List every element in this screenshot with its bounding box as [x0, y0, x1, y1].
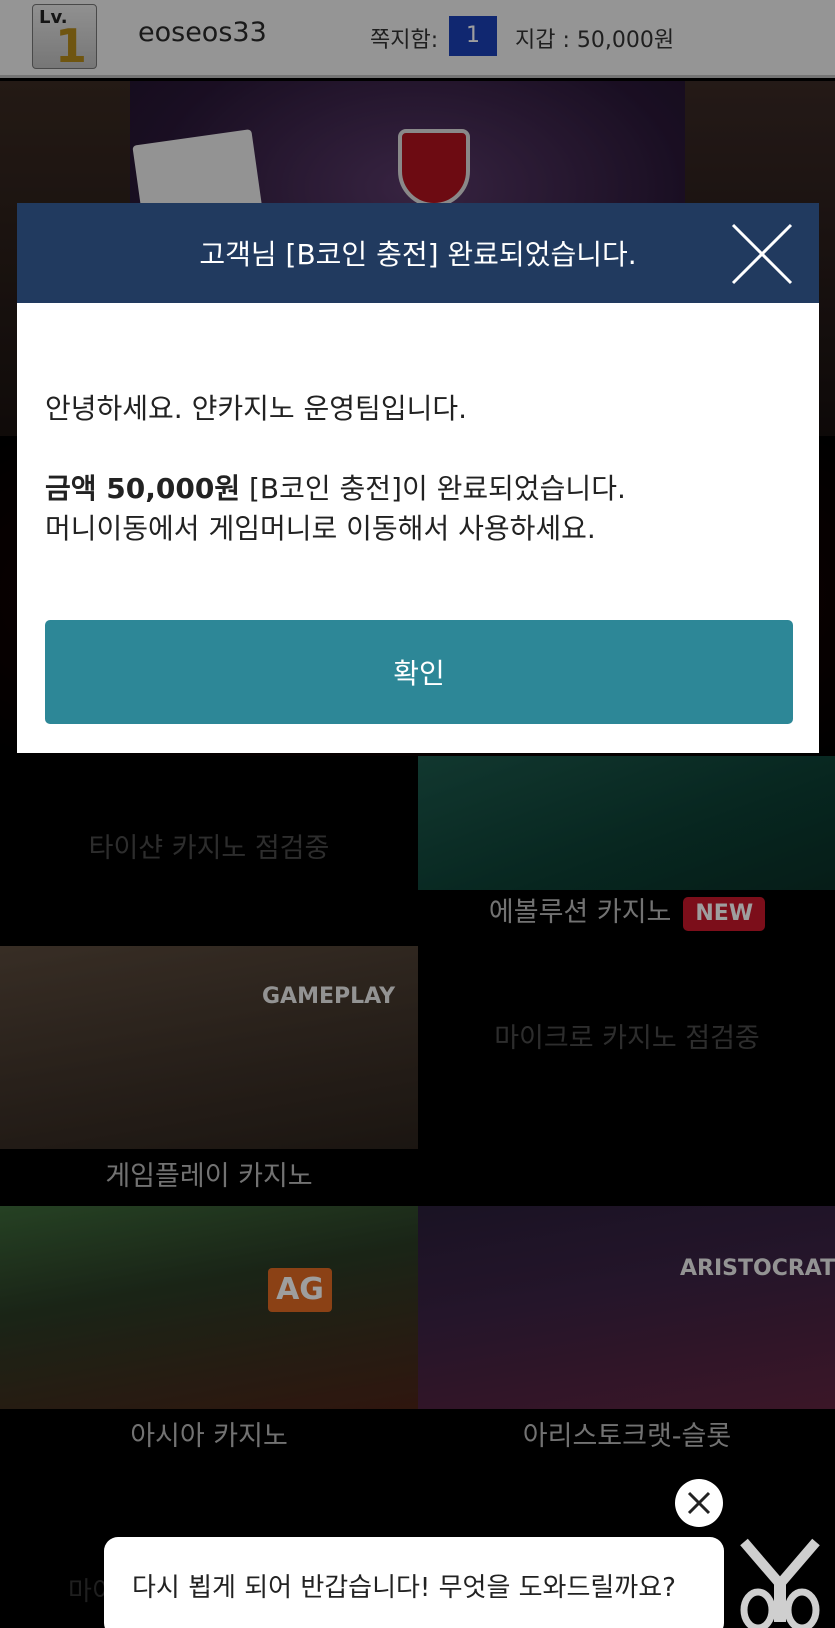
modal-body: 안녕하세요. 얀카지노 운영팀입니다. 금액 50,000원 [B코인 충전]이… [45, 389, 795, 549]
amount-line: 금액 50,000원 [B코인 충전]이 완료되었습니다. [45, 469, 795, 509]
chat-close-icon[interactable] [675, 1479, 723, 1527]
amount-rest: [B코인 충전]이 완료되었습니다. [240, 472, 626, 505]
chat-greeting-bubble[interactable]: 다시 뵙게 되어 반갑습니다! 무엇을 도와드릴까요? [104, 1537, 724, 1628]
modal-title: 고객님 [B코인 충전] 완료되었습니다. [199, 238, 637, 271]
instruction-text: 머니이동에서 게임머니로 이동해서 사용하세요. [45, 512, 596, 545]
greeting-text: 안녕하세요. 얀카지노 운영팀입니다. [45, 392, 468, 425]
chat-logo-icon[interactable] [738, 1538, 822, 1628]
amount-strong: 금액 50,000원 [45, 472, 241, 505]
close-icon[interactable] [731, 223, 793, 285]
modal-header: 고객님 [B코인 충전] 완료되었습니다. [17, 203, 819, 303]
notice-modal: 고객님 [B코인 충전] 완료되었습니다. 안녕하세요. 얀카지노 운영팀입니다… [17, 203, 819, 753]
confirm-button[interactable]: 확인 [45, 620, 793, 724]
